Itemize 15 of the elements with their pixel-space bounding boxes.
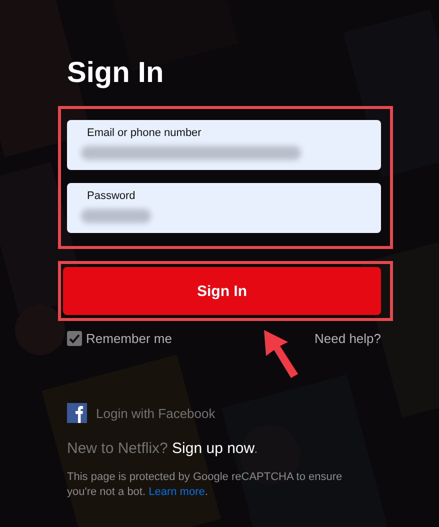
signup-prompt: New to Netflix? Sign up now. (67, 440, 259, 457)
checkbox[interactable] (67, 331, 82, 346)
page-title: Sign In (67, 56, 165, 91)
signup-link[interactable]: Sign up now (172, 440, 254, 457)
input-field[interactable]: Email or phone number (67, 120, 381, 170)
sign-in-button[interactable]: Sign In (63, 267, 381, 315)
recaptcha-notice: This page is protected by Google reCAPTCHA to ensure you're not a bot. Learn more. (67, 470, 344, 500)
input-field[interactable]: Password (67, 183, 381, 233)
learn-more-link[interactable]: Learn more (148, 486, 205, 498)
checkbox-label: Remember me (86, 331, 172, 346)
help-link[interactable]: Need help? (314, 331, 381, 346)
facebook-login-link[interactable]: Login with Facebook (96, 406, 216, 420)
field-label: Email or phone number (87, 126, 202, 140)
field-label: Password (87, 189, 136, 203)
facebook-icon (67, 403, 87, 423)
